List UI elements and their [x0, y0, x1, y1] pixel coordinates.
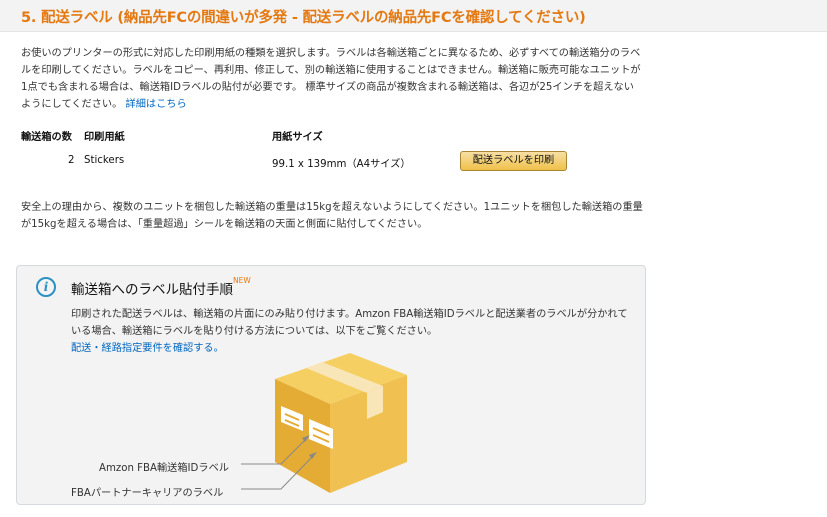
section-header: 5. 配送ラベル (納品先FCの間違いが多発 - 配送ラベルの納品先FCを確認し…	[0, 0, 827, 32]
header-box-count: 輸送箱の数	[21, 132, 72, 143]
intro-text: お使いのプリンターの形式に対応した印刷用紙の種類を選択します。ラベルは各輸送箱ご…	[21, 48, 641, 110]
carrier-label-caption: FBAパートナーキャリアのラベル	[71, 488, 224, 499]
box-count-value: 2	[68, 155, 75, 166]
paper-type-value: Stickers	[84, 155, 125, 166]
header-paper-type: 印刷用紙	[84, 132, 125, 143]
details-link[interactable]: 詳細はこちら	[126, 99, 187, 110]
header-paper-size: 用紙サイズ	[272, 132, 323, 143]
weight-notice: 安全上の理由から、複数のユニットを梱包した輸送箱の重量は15kgを超えないように…	[21, 202, 643, 230]
info-box: i 輸送箱へのラベル貼付手順NEW 印刷された配送ラベルは、輸送箱の片面にのみ貼…	[16, 265, 646, 505]
section-title: 5. 配送ラベル (納品先FCの間違いが多発 - 配送ラベルの納品先FCを確認し…	[21, 10, 586, 26]
print-labels-button[interactable]: 配送ラベルを印刷	[460, 151, 567, 171]
paper-size-value: 99.1 x 139mm（A4サイズ）	[272, 159, 411, 170]
fba-id-label-caption: Amzon FBA輸送箱IDラベル	[99, 463, 229, 474]
intro-paragraph: お使いのプリンターの形式に対応した印刷用紙の種類を選択します。ラベルは各輸送箱ご…	[21, 45, 641, 113]
